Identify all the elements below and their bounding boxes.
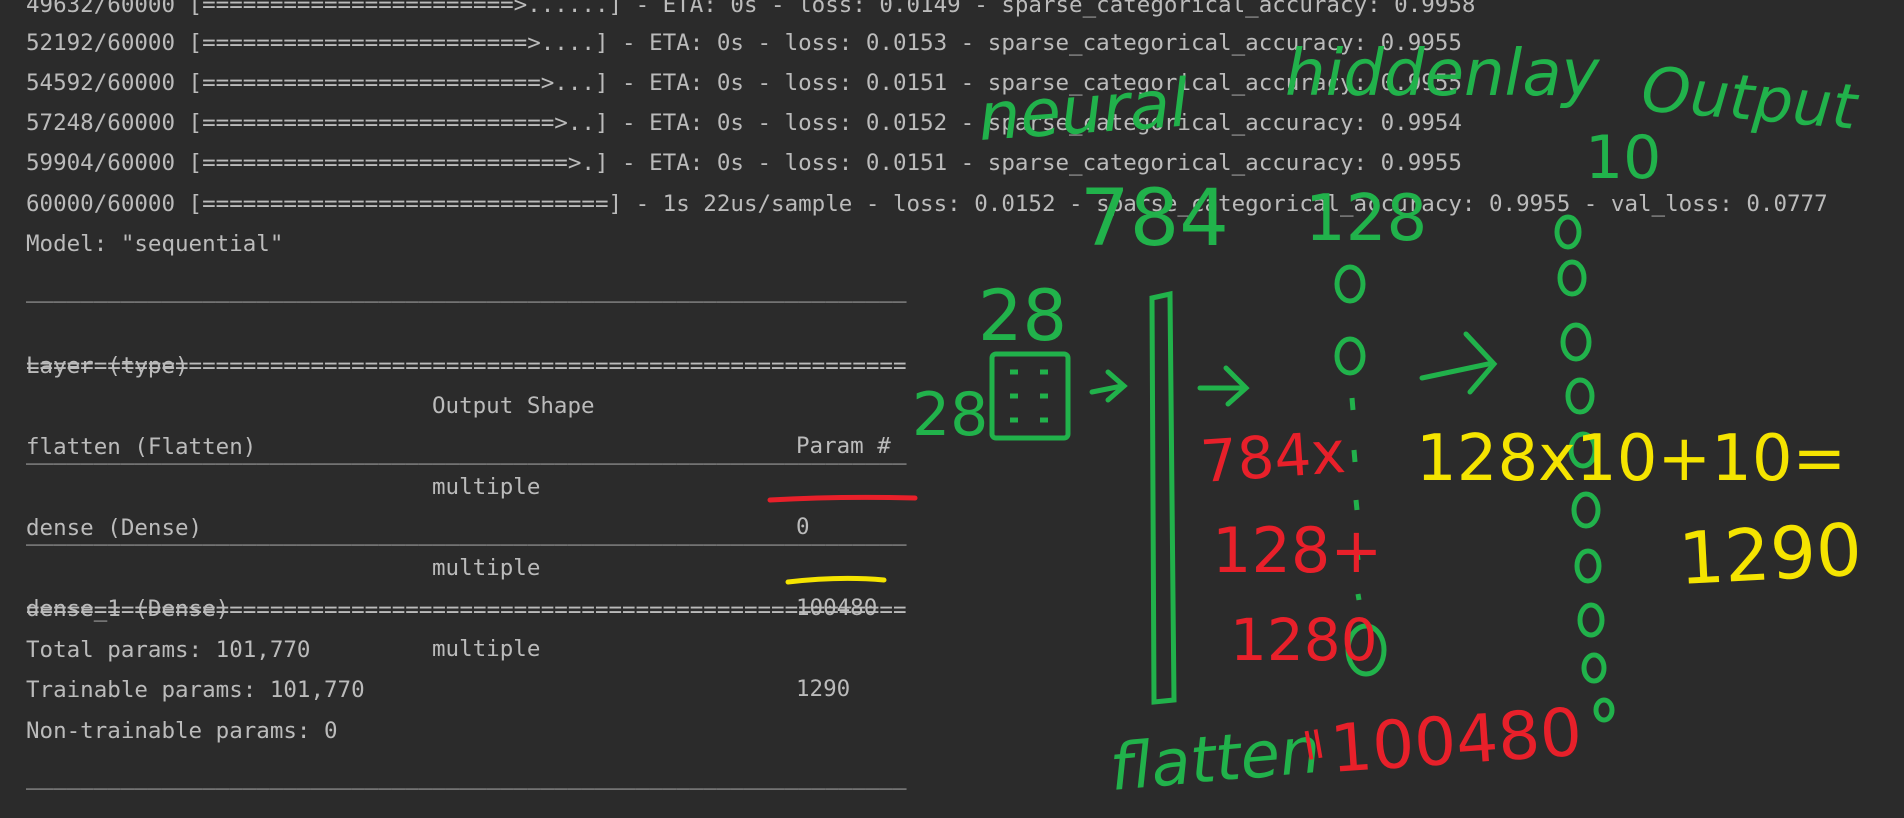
console-output: 49632/60000 [=======================>...… [0, 0, 1904, 818]
separator-line: ________________________________________… [26, 764, 907, 790]
progress-line: 54592/60000 [=========================>.… [26, 70, 1462, 96]
summary-row: dense_1 (Dense) multiple 1290 [26, 549, 966, 702]
row-shape: multiple [432, 636, 541, 662]
separator-line: ________________________________________… [26, 277, 907, 303]
total-params: Total params: 101,770 [26, 637, 311, 663]
separator-line: ========================================… [26, 597, 907, 623]
non-trainable-params: Non-trainable params: 0 [26, 718, 338, 744]
separator-line: ________________________________________… [26, 439, 907, 465]
progress-line: 60000/60000 [===========================… [26, 191, 1828, 217]
separator-line: ========================================… [26, 353, 907, 379]
progress-line: 52192/60000 [========================>..… [26, 30, 1462, 56]
model-title: Model: "sequential" [26, 231, 284, 257]
row-params: 1290 [796, 676, 851, 702]
trainable-params: Trainable params: 101,770 [26, 677, 365, 703]
summary-header-row: Layer (type) Output Shape Param # [26, 306, 966, 459]
summary-row: dense (Dense) multiple 100480 [26, 468, 966, 621]
progress-line: 49632/60000 [=======================>...… [26, 0, 1476, 18]
summary-row: flatten (Flatten) multiple 0 [26, 387, 966, 540]
separator-line: ________________________________________… [26, 520, 907, 546]
progress-line: 57248/60000 [==========================>… [26, 110, 1462, 136]
progress-line: 59904/60000 [===========================… [26, 150, 1462, 176]
